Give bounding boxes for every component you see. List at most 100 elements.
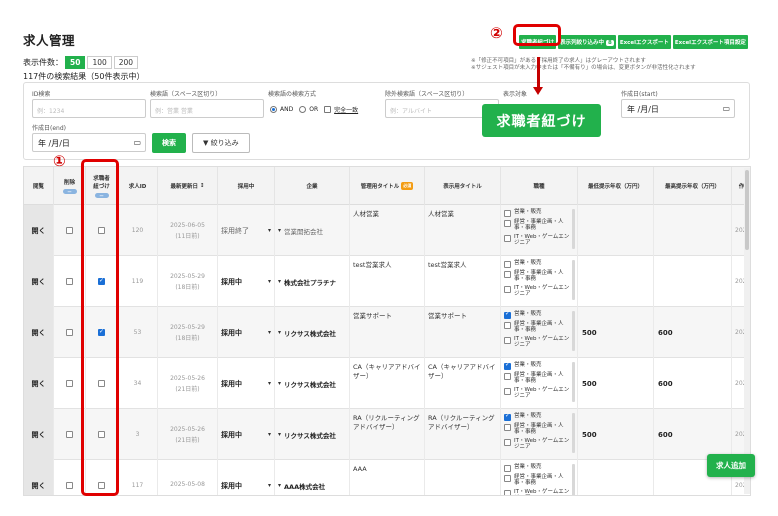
category-checkbox[interactable] <box>504 362 511 370</box>
header-display-title[interactable]: 表示用タイトル <box>425 167 501 205</box>
created-end-input[interactable]: 年 /月/日 ▭ <box>32 133 146 152</box>
category-checkbox[interactable] <box>504 424 511 431</box>
excel-export-button[interactable]: Excelエクスポート <box>617 35 671 49</box>
category-option[interactable]: IT・Web・ゲームエンジニア <box>504 489 570 495</box>
display-title-cell[interactable]: 営業サポート <box>425 307 501 358</box>
max-salary[interactable]: 600 <box>654 307 732 358</box>
status-select[interactable]: 採用中 ▾ <box>218 256 275 307</box>
display-title-cell[interactable]: CA（キャリアアドバイザー） <box>425 358 501 409</box>
status-select[interactable]: 採用中 ▾ <box>218 358 275 409</box>
display-title-cell[interactable]: 人材営業 <box>425 205 501 256</box>
category-checkbox[interactable] <box>504 387 511 395</box>
select-all-delete[interactable]: — <box>62 189 77 194</box>
max-salary[interactable] <box>654 205 732 256</box>
delete-checkbox[interactable] <box>66 278 73 285</box>
header-min-salary[interactable]: 最低提示年収（万円） <box>578 167 654 205</box>
min-salary[interactable] <box>578 460 654 495</box>
category-option[interactable]: 営業・販売 <box>504 362 570 370</box>
category-option[interactable]: 経営・事業企画・人事・事務 <box>504 372 570 385</box>
category-option[interactable]: IT・Web・ゲームエンジニア <box>504 285 570 298</box>
delete-checkbox[interactable] <box>66 329 73 336</box>
keyword-input[interactable]: 例：営業 営業 <box>150 99 264 118</box>
category-option[interactable]: IT・Web・ゲームエンジニア <box>504 438 570 451</box>
category-option[interactable]: 経営・事業企画・人事・事務 <box>504 423 570 436</box>
category-option[interactable]: 経営・事業企画・人事・事務 <box>504 321 570 334</box>
category-scrollbar[interactable] <box>572 362 575 402</box>
open-button[interactable]: 開く <box>24 358 54 409</box>
display-title-cell[interactable]: test営業求人 <box>425 256 501 307</box>
display-title-cell[interactable]: RA（リクルーティングアドバイザー） <box>425 409 501 460</box>
filter-button[interactable]: ▼ 絞り込み <box>192 133 250 153</box>
category-option[interactable]: IT・Web・ゲームエンジニア <box>504 234 570 247</box>
category-checkbox[interactable] <box>504 475 511 482</box>
category-checkbox[interactable] <box>504 413 511 421</box>
mgmt-title-cell[interactable]: 営業サポート <box>350 307 425 358</box>
status-select[interactable]: 採用中 ▾ <box>218 460 275 495</box>
category-scrollbar[interactable] <box>572 260 575 300</box>
company-select[interactable]: ▾ リクサス株式会社 <box>275 307 350 358</box>
category-option[interactable]: 営業・販売 <box>504 209 570 217</box>
category-checkbox[interactable] <box>504 220 511 227</box>
max-salary[interactable]: 600 <box>654 409 732 460</box>
status-select[interactable]: 採用中 ▾ <box>218 307 275 358</box>
calendar-icon[interactable]: ▭ <box>722 104 730 113</box>
delete-checkbox[interactable] <box>66 227 73 234</box>
header-updated[interactable]: 最新更新日 ↕ <box>158 167 218 205</box>
category-checkbox[interactable] <box>504 234 511 242</box>
open-button[interactable]: 開く <box>24 205 54 256</box>
count-option-50[interactable]: 50 <box>65 56 86 69</box>
category-option[interactable]: 営業・販売 <box>504 260 570 268</box>
open-button[interactable]: 開く <box>24 256 54 307</box>
header-status[interactable]: 採用中 <box>218 167 275 205</box>
header-company[interactable]: 企業 <box>275 167 350 205</box>
min-salary[interactable]: 500 <box>578 409 654 460</box>
category-option[interactable]: 営業・販売 <box>504 464 570 472</box>
delete-checkbox[interactable] <box>66 482 73 489</box>
created-start-input[interactable]: 年 /月/日 ▭ <box>621 99 735 118</box>
category-checkbox[interactable] <box>504 322 511 329</box>
category-checkbox[interactable] <box>504 336 511 344</box>
min-salary[interactable] <box>578 256 654 307</box>
mgmt-title-cell[interactable]: 人材営業 <box>350 205 425 256</box>
category-scrollbar[interactable] <box>572 464 575 495</box>
mgmt-title-cell[interactable]: CA（キャリアアドバイザー） <box>350 358 425 409</box>
category-option[interactable]: 営業・販売 <box>504 311 570 319</box>
company-select[interactable]: ▾ リクサス株式会社 <box>275 358 350 409</box>
category-option[interactable]: IT・Web・ゲームエンジニア <box>504 336 570 349</box>
id-search-input[interactable]: 例：1234 <box>32 99 146 118</box>
category-option[interactable]: 経営・事業企画・人事・事務 <box>504 219 570 232</box>
count-option-200[interactable]: 200 <box>113 56 139 69</box>
max-salary[interactable]: 600 <box>654 358 732 409</box>
category-checkbox[interactable] <box>504 438 511 446</box>
radio-or[interactable] <box>299 106 307 113</box>
category-checkbox[interactable] <box>504 465 511 472</box>
header-max-salary[interactable]: 最高提示年収（万円） <box>654 167 732 205</box>
column-filter-button[interactable]: 表示列絞り込み中 8 <box>558 35 616 49</box>
company-select[interactable]: ▾ リクサス株式会社 <box>275 409 350 460</box>
table-scrollbar[interactable] <box>744 168 750 494</box>
category-option[interactable]: 経営・事業企画・人事・事務 <box>504 474 570 487</box>
category-checkbox[interactable] <box>504 261 511 268</box>
count-option-100[interactable]: 100 <box>87 56 112 69</box>
category-scrollbar[interactable] <box>572 209 575 249</box>
mgmt-title-cell[interactable]: AAA <box>350 460 425 495</box>
radio-and[interactable] <box>270 106 277 113</box>
header-id[interactable]: 求人ID <box>118 167 158 205</box>
company-select[interactable]: ▾ 営業開拓会社 <box>275 205 350 256</box>
header-mgmt-title[interactable]: 管理用タイトル 必須 <box>350 167 425 205</box>
status-select[interactable]: 採用中 ▾ <box>218 409 275 460</box>
exact-match-checkbox[interactable] <box>324 106 332 113</box>
category-option[interactable]: IT・Web・ゲームエンジニア <box>504 387 570 400</box>
min-salary[interactable]: 500 <box>578 358 654 409</box>
header-category[interactable]: 職種 <box>501 167 578 205</box>
min-salary[interactable]: 500 <box>578 307 654 358</box>
add-job-button[interactable]: 求人追加 <box>707 454 755 477</box>
scrollbar-thumb[interactable] <box>745 170 749 250</box>
open-button[interactable]: 開く <box>24 460 54 495</box>
open-button[interactable]: 開く <box>24 307 54 358</box>
search-button[interactable]: 検索 <box>152 133 186 153</box>
company-select[interactable]: ▾ AAA株式会社 <box>275 460 350 495</box>
category-checkbox[interactable] <box>504 489 511 495</box>
category-checkbox[interactable] <box>504 311 511 319</box>
category-scrollbar[interactable] <box>572 413 575 453</box>
